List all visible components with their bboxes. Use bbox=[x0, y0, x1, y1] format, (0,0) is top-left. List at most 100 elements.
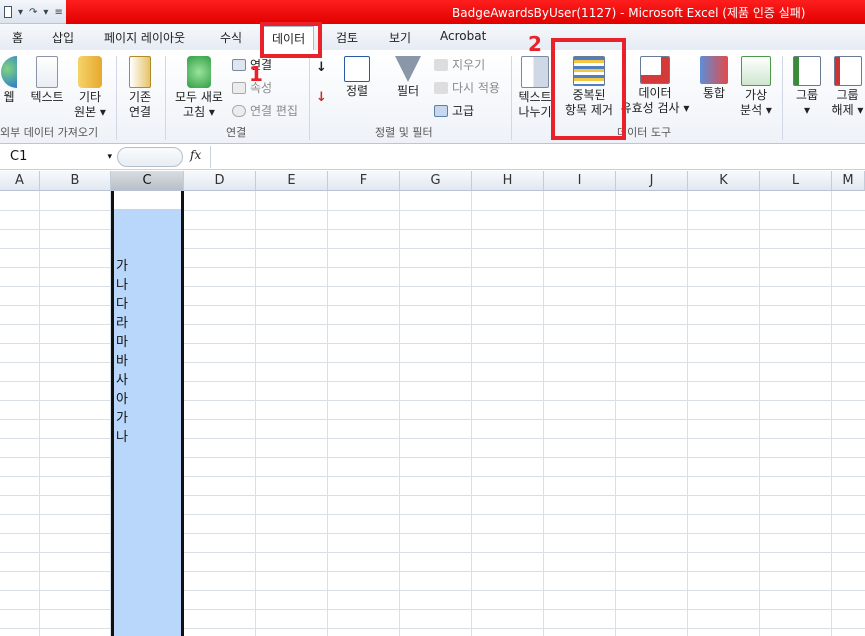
column-header-b[interactable]: B bbox=[40, 171, 111, 191]
undo-dropdown-icon[interactable]: ▾ bbox=[18, 7, 23, 18]
name-box-value: C1 bbox=[10, 149, 28, 164]
column-header-l[interactable]: L bbox=[760, 171, 832, 191]
refresh-all-button[interactable]: 모두 새로 고침 ▾ bbox=[170, 56, 228, 120]
formula-bar-handle[interactable] bbox=[117, 147, 183, 167]
tab-page-layout[interactable]: 페이지 레이아웃 bbox=[104, 29, 185, 46]
from-web-button[interactable]: 웹 bbox=[0, 56, 18, 105]
ungroup-button[interactable]: 그룹 해제 ▾ bbox=[830, 56, 865, 118]
group-label-connections: 연결 bbox=[226, 126, 247, 139]
tab-view[interactable]: 보기 bbox=[389, 29, 411, 46]
data-validation-button[interactable]: 데이터 유효성 검사 ▾ bbox=[620, 56, 690, 116]
sort-ascending-icon: ↓ bbox=[316, 60, 327, 75]
cell-c5[interactable]: 나 bbox=[116, 276, 128, 295]
cell-c8[interactable]: 마 bbox=[116, 333, 128, 352]
customize-qat-icon[interactable]: ≡ bbox=[54, 7, 62, 18]
tab-home[interactable]: 홈 bbox=[12, 29, 23, 46]
sort-icon bbox=[344, 56, 370, 82]
from-web-label: 웹 bbox=[3, 90, 15, 104]
other-sources-label-2: 원본 ▾ bbox=[74, 105, 106, 119]
save-icon[interactable] bbox=[4, 6, 12, 18]
text-to-columns-icon bbox=[521, 56, 549, 88]
clear-filter-label: 지우기 bbox=[452, 58, 486, 72]
column-header-e[interactable]: E bbox=[256, 171, 328, 191]
grid-column-line bbox=[831, 191, 832, 636]
redo-dropdown-icon[interactable]: ▾ bbox=[43, 7, 48, 18]
cell-c7[interactable]: 라 bbox=[116, 314, 128, 333]
ungroup-label-1: 그룹 bbox=[836, 88, 859, 102]
column-header-m[interactable]: M bbox=[832, 171, 865, 191]
filter-button[interactable]: 필터 bbox=[393, 56, 423, 99]
tab-insert[interactable]: 삽입 bbox=[52, 29, 74, 46]
what-if-analysis-icon bbox=[741, 56, 771, 86]
grid-column-line bbox=[399, 191, 400, 636]
filter-label: 필터 bbox=[396, 84, 420, 98]
cell-c9[interactable]: 바 bbox=[116, 352, 128, 371]
sort-ascending-button[interactable]: ↓ bbox=[316, 60, 327, 75]
what-if-analysis-button[interactable]: 가상 분석 ▾ bbox=[738, 56, 774, 118]
grid-column-line bbox=[687, 191, 688, 636]
highlight-remove-duplicates bbox=[551, 38, 626, 140]
grid-column-line bbox=[255, 191, 256, 636]
insert-function-icon[interactable]: fx bbox=[190, 148, 201, 162]
cell-c10[interactable]: 사 bbox=[116, 371, 128, 390]
edit-links-label: 연결 편집 bbox=[250, 104, 298, 118]
advanced-filter-label: 고급 bbox=[452, 104, 475, 118]
cell-c13[interactable]: 나 bbox=[116, 428, 128, 447]
group-dropdown-icon: ▾ bbox=[803, 103, 811, 117]
redo-icon[interactable]: ↷ bbox=[29, 7, 37, 18]
text-to-columns-label-2: 나누기 bbox=[518, 105, 552, 119]
cell-c4[interactable]: 가 bbox=[116, 257, 128, 276]
grid-column-line bbox=[327, 191, 328, 636]
ungroup-icon bbox=[833, 56, 862, 86]
connections-icon bbox=[232, 58, 246, 71]
clear-filter-button[interactable]: 지우기 bbox=[434, 56, 485, 73]
group-label: 그룹 bbox=[795, 88, 819, 102]
existing-connections-label-2: 연결 bbox=[128, 105, 152, 119]
refresh-all-label-2: 고침 ▾ bbox=[183, 105, 215, 119]
column-header-k[interactable]: K bbox=[688, 171, 760, 191]
text-to-columns-label-1: 텍스트 bbox=[518, 90, 552, 104]
window-title: BadgeAwardsByUser(1127) - Microsoft Exce… bbox=[452, 6, 806, 20]
grid-column-line bbox=[615, 191, 616, 636]
edit-links-button[interactable]: 연결 편집 bbox=[232, 102, 298, 119]
globe-icon bbox=[1, 56, 17, 88]
column-header-c[interactable]: C bbox=[111, 171, 184, 191]
group-button[interactable]: 그룹 ▾ bbox=[790, 56, 824, 118]
database-icon bbox=[78, 56, 102, 88]
tab-review[interactable]: 검토 bbox=[336, 29, 358, 46]
ribbon-data: 웹 텍스트 기타 원본 ▾ 기존 연결 외부 데이터 가져오기 모두 새로 고침… bbox=[0, 50, 865, 144]
advanced-filter-button[interactable]: 고급 bbox=[434, 102, 474, 119]
formula-input[interactable] bbox=[210, 146, 865, 168]
sort-descending-button[interactable]: ↓ bbox=[316, 90, 327, 105]
consolidate-label: 통합 bbox=[702, 86, 726, 100]
group-label-external-data: 외부 데이터 가져오기 bbox=[0, 126, 99, 139]
refresh-icon bbox=[187, 56, 211, 88]
existing-connections-button[interactable]: 기존 연결 bbox=[123, 56, 157, 120]
sort-button[interactable]: 정렬 bbox=[342, 56, 372, 99]
column-header-j[interactable]: J bbox=[616, 171, 688, 191]
active-cell-c1[interactable] bbox=[114, 191, 181, 209]
column-header-a[interactable]: A bbox=[0, 171, 40, 191]
cell-c6[interactable]: 다 bbox=[116, 295, 128, 314]
ungroup-label-2: 해제 ▾ bbox=[831, 103, 864, 117]
other-sources-button[interactable]: 기타 원본 ▾ bbox=[74, 56, 106, 120]
column-header-h[interactable]: H bbox=[472, 171, 544, 191]
column-header-f[interactable]: F bbox=[328, 171, 400, 191]
text-to-columns-button[interactable]: 텍스트 나누기 bbox=[516, 56, 554, 120]
name-box[interactable]: C1 ▾ bbox=[4, 147, 114, 167]
cell-c11[interactable]: 아 bbox=[116, 390, 128, 409]
clear-filter-icon bbox=[434, 58, 448, 71]
column-header-d[interactable]: D bbox=[184, 171, 256, 191]
column-header-g[interactable]: G bbox=[400, 171, 472, 191]
column-header-i[interactable]: I bbox=[544, 171, 616, 191]
consolidate-button[interactable]: 통합 bbox=[697, 56, 731, 101]
tab-formulas[interactable]: 수식 bbox=[220, 29, 242, 46]
refresh-all-label-1: 모두 새로 bbox=[175, 90, 223, 104]
from-text-button[interactable]: 텍스트 bbox=[27, 56, 67, 105]
reapply-icon bbox=[434, 81, 448, 94]
name-box-dropdown-icon[interactable]: ▾ bbox=[107, 147, 112, 167]
grid-column-line bbox=[543, 191, 544, 636]
cell-c12[interactable]: 가 bbox=[116, 409, 128, 428]
tab-acrobat[interactable]: Acrobat bbox=[440, 29, 486, 43]
reapply-button[interactable]: 다시 적용 bbox=[434, 79, 500, 96]
